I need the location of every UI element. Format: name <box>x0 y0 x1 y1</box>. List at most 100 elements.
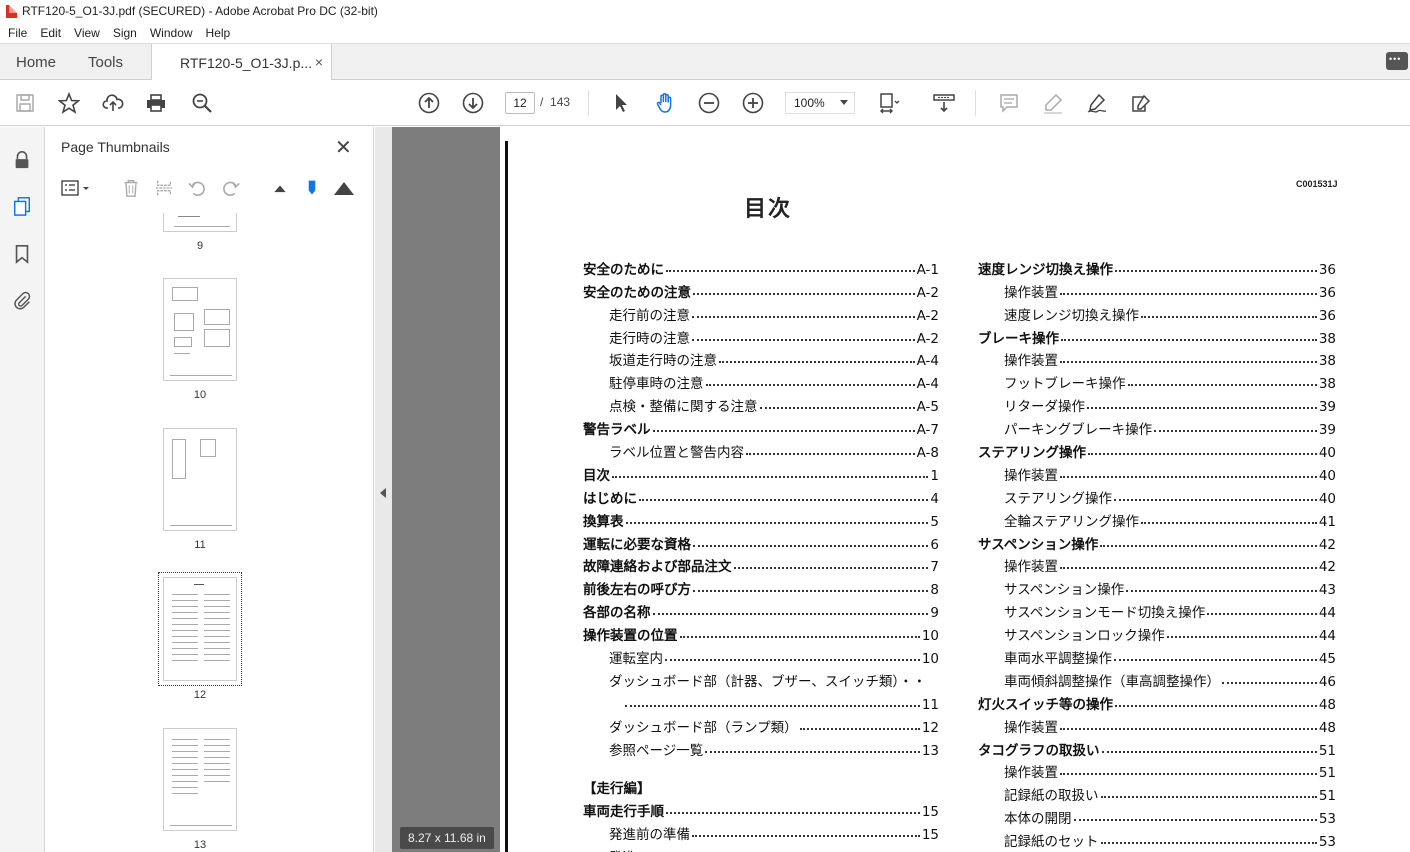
menu-sign[interactable]: Sign <box>113 26 137 40</box>
toc-entry-page: 12 <box>921 719 939 736</box>
zoom-level-select[interactable]: 100% <box>785 92 855 114</box>
lock-icon[interactable] <box>11 149 33 171</box>
toc-entry: 目次 1 <box>583 461 939 484</box>
toc-entry-title: 速度レンジ切換え操作 <box>1004 307 1139 324</box>
highlight-pen-icon[interactable] <box>1041 91 1065 115</box>
thumbnail-list: 9 10 11 12 13 <box>45 213 355 852</box>
page-thumbnails-icon[interactable] <box>11 195 33 217</box>
tab-tools[interactable]: Tools <box>88 44 123 81</box>
search-zoom-icon[interactable] <box>190 91 214 115</box>
toc-entry-title: パーキングブレーキ操作 <box>1004 422 1153 439</box>
thumbnail-page[interactable] <box>163 728 237 831</box>
toc-entry-page: 43 <box>1318 582 1336 599</box>
toc-entry-page: 48 <box>1318 719 1336 736</box>
toc-leader-dots <box>692 835 920 838</box>
toc-entry: 安全のために A-1 <box>583 255 939 278</box>
hand-tool-icon[interactable] <box>653 91 677 115</box>
tab-home[interactable]: Home <box>16 44 56 81</box>
select-cursor-icon[interactable] <box>609 91 633 115</box>
toc-entry-page: 40 <box>1318 490 1336 507</box>
next-page-icon[interactable] <box>461 91 485 115</box>
toc-entry-title: ステアリング操作 <box>1004 490 1112 507</box>
extract-page-icon[interactable] <box>153 177 175 199</box>
thumbnail-label: 12 <box>193 689 207 701</box>
toc-entry-page: 44 <box>1318 628 1336 645</box>
menu-edit[interactable]: Edit <box>40 26 61 40</box>
toc-leader-dots <box>693 544 929 547</box>
bookmarks-icon[interactable] <box>11 243 33 265</box>
upload-cloud-icon[interactable] <box>101 91 125 115</box>
toc-entry-page: 40 <box>1318 467 1336 484</box>
toc-leader-dots <box>693 590 929 593</box>
rotate-counterclockwise-icon[interactable] <box>186 177 208 199</box>
scroll-mode-icon[interactable] <box>932 91 956 115</box>
toc-entry: サスペンションロック操作 44 <box>978 621 1336 644</box>
toc-leader-dots <box>1222 681 1317 684</box>
toc-leader-dots <box>1154 430 1317 433</box>
document-viewer[interactable]: 8.27 x 11.68 in C001531J 目次 安全のために A-1 安全の… <box>392 127 1410 852</box>
delete-page-icon[interactable] <box>120 177 142 199</box>
toc-leader-dots <box>666 269 915 272</box>
bookmark-star-icon[interactable] <box>57 91 81 115</box>
toc-entry-page: 36 <box>1318 284 1336 301</box>
zoom-in-icon[interactable] <box>741 91 765 115</box>
toc-entry-page: 5 <box>930 513 939 530</box>
tab-document[interactable]: RTF120-5_O1-3J.p... × <box>151 44 332 81</box>
toc-leader-dots <box>719 361 915 364</box>
comment-note-icon[interactable] <box>997 91 1021 115</box>
toc-entry-title: 前後左右の呼び方 <box>583 582 691 599</box>
toc-entry: 参照ページ一覧 13 <box>583 736 939 759</box>
close-tab-icon[interactable]: × <box>315 54 323 70</box>
page-fit-icon[interactable] <box>877 91 901 115</box>
rotate-clockwise-icon[interactable] <box>220 177 242 199</box>
toc-leader-dots <box>1127 384 1317 387</box>
zoom-out-icon[interactable] <box>697 91 721 115</box>
toc-entry-title: 走行時の注意 <box>609 330 690 347</box>
toc-entry: サスペンション操作 42 <box>978 530 1336 553</box>
thumbnail-marker-icon[interactable] <box>301 177 323 199</box>
close-panel-icon[interactable]: ✕ <box>335 135 352 160</box>
toc-entry-page: 38 <box>1318 353 1336 370</box>
thumbnail-label: 13 <box>193 839 207 851</box>
toc-entry-title: 安全のために <box>583 261 664 278</box>
attachments-paperclip-icon[interactable] <box>11 289 33 311</box>
toc-leader-dots <box>1060 475 1317 478</box>
redact-edit-icon[interactable] <box>1129 91 1153 115</box>
thumbnail-options-icon[interactable] <box>61 177 91 199</box>
toc-entry: 発進前の準備 15 <box>583 820 939 843</box>
toc-entry-title: 車両水平調整操作 <box>1004 651 1112 668</box>
thumbnail-size-large-icon[interactable] <box>333 177 355 199</box>
toc-entry: 車両走行手順 15 <box>583 797 939 820</box>
toc-entry-page: A-2 <box>916 307 939 324</box>
toc-leader-dots <box>1100 796 1317 799</box>
panel-collapse-handle[interactable] <box>375 127 392 852</box>
previous-page-icon[interactable] <box>417 91 441 115</box>
toc-leader-dots <box>1073 819 1317 822</box>
toc-entry: 操作装置 40 <box>978 461 1336 484</box>
comment-icon[interactable] <box>1386 52 1408 70</box>
toc-entry: 換算表 5 <box>583 507 939 530</box>
toc-entry-title: 灯火スイッチ等の操作 <box>978 696 1113 713</box>
menu-help[interactable]: Help <box>206 26 231 40</box>
menu-window[interactable]: Window <box>150 26 193 40</box>
document-page: C001531J 目次 安全のために A-1 安全のための注意 A-2 走行前の注意 A-… <box>500 127 1410 852</box>
toc-entry-page: 51 <box>1318 742 1336 759</box>
toc-entry-title: ダッシュボード部（ランプ類） <box>609 719 798 736</box>
menu-file[interactable]: File <box>8 26 27 40</box>
toc-leader-dots <box>625 521 929 524</box>
page-number-input[interactable]: 12 <box>505 92 535 114</box>
toc-entry-title: 操作装置 <box>1004 559 1058 576</box>
toc-leader-dots <box>1115 269 1317 272</box>
toc-entry-title: 【走行編】 <box>583 781 651 798</box>
print-icon[interactable] <box>144 91 168 115</box>
thumbnail-page[interactable] <box>163 278 237 381</box>
toc-entry: 操作装置 51 <box>978 759 1336 781</box>
menu-view[interactable]: View <box>74 26 100 40</box>
thumbnail-size-small-icon[interactable] <box>269 177 291 199</box>
save-icon[interactable] <box>13 91 37 115</box>
thumbnail-page-selected[interactable] <box>158 572 242 686</box>
toc-leader-dots <box>759 407 915 410</box>
thumbnail-page[interactable] <box>163 428 237 531</box>
sign-pen-icon[interactable] <box>1085 91 1109 115</box>
thumbnail-page[interactable] <box>163 213 237 232</box>
